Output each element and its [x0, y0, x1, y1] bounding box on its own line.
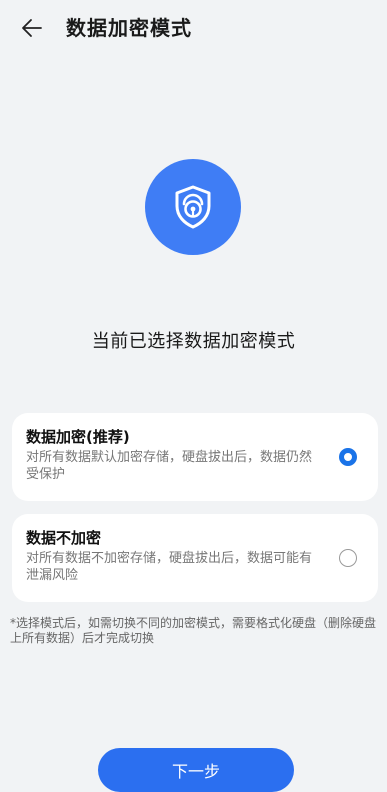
shield-lock-icon: [175, 185, 211, 229]
current-mode-status: 当前已选择数据加密模式: [91, 331, 296, 352]
option-title: 数据加密(推荐): [26, 428, 130, 446]
encryption-badge: [145, 159, 241, 255]
option-description: 对所有数据默认加密存储，硬盘拔出后，数据仍然受保护: [26, 450, 313, 482]
option-description: 对所有数据不加密存储，硬盘拔出后，数据可能有泄漏风险: [26, 551, 313, 583]
option-encrypt-card[interactable]: 数据加密(推荐) 对所有数据默认加密存储，硬盘拔出后，数据仍然受保护: [12, 413, 378, 501]
title-bar: 数据加密模式: [0, 0, 387, 56]
option-no-encrypt-card[interactable]: 数据不加密 对所有数据不加密存储，硬盘拔出后，数据可能有泄漏风险: [12, 514, 378, 602]
arrow-left-icon: [22, 19, 42, 37]
radio-encrypt[interactable]: [339, 448, 357, 466]
back-button[interactable]: [14, 10, 50, 46]
page-title: 数据加密模式: [66, 16, 192, 40]
mode-switch-note: *选择模式后，如需切换不同的加密模式，需要格式化硬盘（删除硬盘上所有数据）后才完…: [10, 616, 377, 645]
radio-no-encrypt[interactable]: [339, 549, 357, 567]
option-title: 数据不加密: [26, 529, 102, 547]
next-button[interactable]: 下一步: [98, 748, 294, 792]
